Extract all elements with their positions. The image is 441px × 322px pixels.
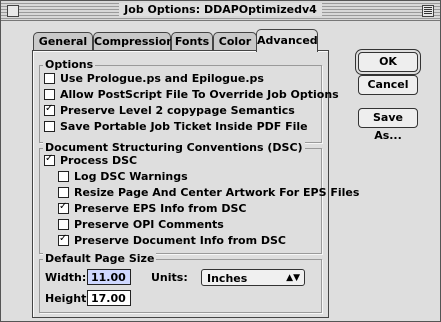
- units-select-value: Inches: [207, 272, 248, 285]
- checkbox-box[interactable]: [44, 73, 55, 84]
- checkbox-box[interactable]: [58, 201, 69, 214]
- height-field[interactable]: 17.00: [87, 290, 131, 306]
- options-group-title: Options: [43, 58, 96, 71]
- tab-color[interactable]: Color: [213, 32, 257, 51]
- checkbox-label: Preserve EPS Info from DSC: [74, 202, 247, 215]
- checkbox-preserve-eps-info[interactable]: Preserve EPS Info from DSC: [58, 201, 246, 216]
- checkbox-label: Process DSC: [60, 154, 138, 167]
- width-label: Width:: [45, 271, 87, 284]
- checkbox-process-dsc[interactable]: Process DSC: [44, 153, 137, 168]
- ok-button[interactable]: OK: [358, 52, 418, 72]
- page-size-group-title: Default Page Size: [43, 252, 157, 265]
- collapse-box-icon[interactable]: [422, 5, 434, 17]
- checkbox-box[interactable]: [58, 233, 69, 246]
- window-title: Job Options: DDAPOptimizedv4: [119, 3, 322, 16]
- checkbox-label: Resize Page And Center Artwork For EPS F…: [74, 186, 360, 199]
- checkbox-label: Save Portable Job Ticket Inside PDF File: [60, 120, 308, 133]
- checkbox-log-dsc-warnings[interactable]: Log DSC Warnings: [58, 169, 188, 184]
- cancel-button[interactable]: Cancel: [358, 75, 418, 95]
- checkbox-label: Allow PostScript File To Override Job Op…: [60, 88, 339, 101]
- advanced-panel: Options Use Prologue.ps and Epilogue.ps …: [32, 50, 359, 318]
- checkbox-preserve-doc-info[interactable]: Preserve Document Info from DSC: [58, 233, 286, 248]
- tab-fonts[interactable]: Fonts: [171, 32, 213, 51]
- checkbox-resize-eps[interactable]: Resize Page And Center Artwork For EPS F…: [58, 185, 359, 200]
- height-label: Height:: [45, 292, 91, 305]
- checkbox-label: Use Prologue.ps and Epilogue.ps: [60, 72, 264, 85]
- checkbox-label: Preserve Document Info from DSC: [74, 234, 287, 247]
- checkbox-box[interactable]: [44, 103, 55, 116]
- tab-general[interactable]: General: [33, 32, 93, 51]
- checkbox-save-job-ticket[interactable]: Save Portable Job Ticket Inside PDF File: [44, 119, 308, 134]
- checkbox-box[interactable]: [58, 171, 69, 182]
- checkbox-preserve-opi[interactable]: Preserve OPI Comments: [58, 217, 224, 232]
- checkbox-box[interactable]: [58, 187, 69, 198]
- job-options-window: Job Options: DDAPOptimizedv4 General Com…: [0, 0, 441, 322]
- checkbox-use-prologue[interactable]: Use Prologue.ps and Epilogue.ps: [44, 71, 264, 86]
- width-field[interactable]: 11.00: [87, 269, 131, 285]
- title-bar[interactable]: Job Options: DDAPOptimizedv4: [1, 1, 440, 21]
- checkbox-label: Preserve OPI Comments: [74, 218, 224, 231]
- units-select[interactable]: Inches ▲▼: [201, 269, 305, 286]
- checkbox-box[interactable]: [44, 89, 55, 100]
- checkbox-label: Preserve Level 2 copypage Semantics: [60, 104, 295, 117]
- save-as-button[interactable]: Save As...: [358, 108, 418, 142]
- tab-advanced[interactable]: Advanced: [256, 29, 318, 52]
- checkbox-box[interactable]: [44, 153, 55, 166]
- units-label: Units:: [151, 271, 188, 284]
- checkbox-label: Log DSC Warnings: [74, 170, 188, 183]
- checkbox-allow-postscript-override[interactable]: Allow PostScript File To Override Job Op…: [44, 87, 339, 102]
- checkbox-preserve-level2-copypage[interactable]: Preserve Level 2 copypage Semantics: [44, 103, 295, 118]
- checkbox-box[interactable]: [58, 219, 69, 230]
- tab-compression[interactable]: Compression: [93, 32, 174, 51]
- updown-arrows-icon: ▲▼: [286, 273, 300, 283]
- checkbox-box[interactable]: [44, 121, 55, 132]
